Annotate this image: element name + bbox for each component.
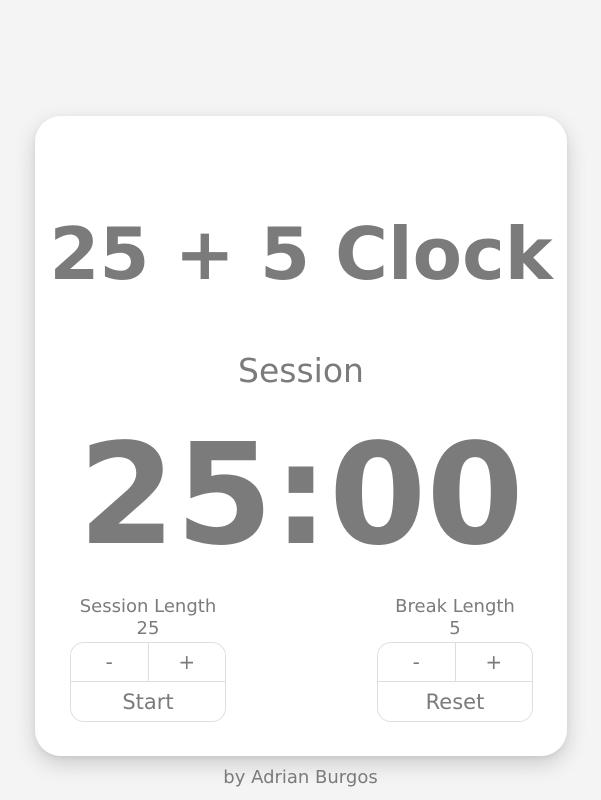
- timer-label: Session: [238, 351, 364, 390]
- session-adjust-row: - +: [71, 643, 225, 682]
- break-increment-button[interactable]: +: [454, 643, 532, 681]
- session-button-group: - + Start: [70, 642, 226, 722]
- break-decrement-button[interactable]: -: [378, 643, 455, 681]
- break-length-value: 5: [449, 618, 461, 639]
- break-length-control: Break Length 5 - + Reset: [377, 596, 533, 722]
- start-button[interactable]: Start: [71, 682, 225, 721]
- session-decrement-button[interactable]: -: [71, 643, 148, 681]
- session-length-label: Session Length: [79, 596, 217, 617]
- author-credit: by Adrian Burgos: [223, 767, 378, 788]
- break-length-label: Break Length: [395, 596, 515, 617]
- session-length-control: Session Length 25 - + Start: [70, 596, 226, 722]
- clock-card: 25 + 5 Clock Session 25:00 Session Lengt…: [35, 116, 567, 756]
- break-adjust-row: - +: [378, 643, 532, 682]
- app-title: 25 + 5 Clock: [49, 212, 553, 296]
- session-increment-button[interactable]: +: [147, 643, 225, 681]
- break-button-group: - + Reset: [377, 642, 533, 722]
- reset-button[interactable]: Reset: [378, 682, 532, 721]
- time-left-display: 25:00: [78, 414, 524, 577]
- session-length-value: 25: [136, 618, 160, 639]
